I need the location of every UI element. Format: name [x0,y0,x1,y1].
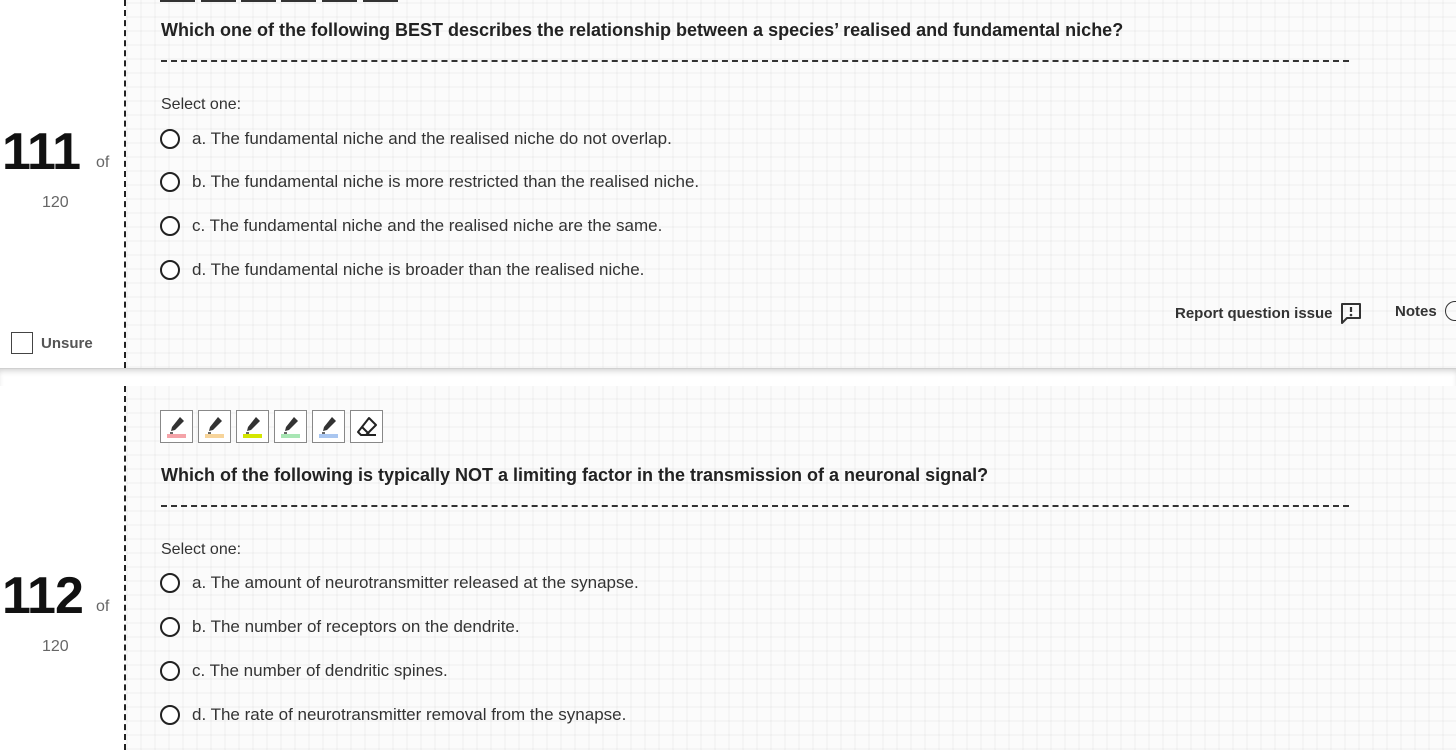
question-number: 111 [2,123,81,181]
answer-option-c[interactable]: c. The fundamental niche and the realise… [160,214,662,238]
report-flag-icon [1340,303,1361,324]
report-question-issue-button[interactable]: Report question issue [1175,301,1363,325]
select-one-label: Select one: [161,96,242,113]
question-of-label: of [96,598,110,615]
answer-option-a[interactable]: a. The amount of neurotransmitter releas… [160,571,639,595]
blue-highlighter-button[interactable] [312,410,345,443]
answer-option-d[interactable]: d. The rate of neurotransmitter removal … [160,703,626,727]
highlighter-toolbar [160,410,383,443]
radio-button[interactable] [160,129,180,149]
toolbar-stub [241,0,276,2]
question-total: 120 [42,638,69,655]
question-divider-line [124,386,126,750]
pen-icon [246,417,260,434]
pen-icon [284,417,298,434]
toolbar-stub [322,0,357,2]
unsure-checkbox[interactable]: Unsure [11,332,93,354]
question-counter: 112 of 120 [0,386,124,750]
notes-label: Notes [1395,302,1437,320]
toolbar-stub [281,0,316,2]
question-text: Which one of the following BEST describe… [161,20,1124,40]
question-text: Which of the following is typically NOT … [161,465,989,485]
radio-button[interactable] [160,216,180,236]
question-card-111: 111 of 120 Which one of the following BE… [0,0,1456,368]
answer-option-label: c. The number of dendritic spines. [192,661,448,680]
radio-button[interactable] [160,617,180,637]
eraser-button[interactable] [350,410,383,443]
radio-button[interactable] [160,573,180,593]
answer-option-d[interactable]: d. The fundamental niche is broader than… [160,258,644,282]
radio-button[interactable] [160,172,180,192]
question-rule [161,60,1349,62]
answer-option-b[interactable]: b. The number of receptors on the dendri… [160,615,520,639]
answer-option-label: b. The fundamental niche is more restric… [192,172,700,191]
checkbox-box[interactable] [11,332,33,354]
answer-option-label: d. The rate of neurotransmitter removal … [192,705,627,724]
notes-button[interactable]: Notes [1395,301,1456,321]
radio-button[interactable] [160,705,180,725]
pink-highlighter-button[interactable] [160,410,193,443]
select-one-label: Select one: [161,541,242,558]
yellow-highlighter-button[interactable] [236,410,269,443]
unsure-label: Unsure [41,334,93,352]
question-card-112: 112 of 120 Which of the following is typ… [0,386,1456,750]
color-swatch [167,434,186,438]
answer-option-label: c. The fundamental niche and the realise… [192,216,663,235]
pen-icon [208,417,222,434]
green-highlighter-button[interactable] [274,410,307,443]
question-of-label: of [96,154,110,171]
color-swatch [281,434,300,438]
pen-icon [322,417,336,434]
question-divider-line [124,0,126,368]
color-swatch [319,434,338,438]
orange-highlighter-button[interactable] [198,410,231,443]
color-swatch [205,434,224,438]
answer-option-c[interactable]: c. The number of dendritic spines. [160,659,448,683]
question-total: 120 [42,194,69,211]
answer-option-label: b. The number of receptors on the dendri… [192,617,520,636]
answer-option-b[interactable]: b. The fundamental niche is more restric… [160,170,699,194]
color-swatch [243,434,262,438]
question-counter: 111 of 120 [0,0,124,368]
eraser-icon [357,417,377,436]
radio-button[interactable] [160,661,180,681]
toolbar-stub [201,0,236,2]
pen-icon [170,417,184,434]
answer-option-a[interactable]: a. The fundamental niche and the realise… [160,127,672,151]
question-rule [161,505,1349,507]
answer-option-label: d. The fundamental niche is broader than… [192,260,645,279]
add-note-icon [1444,301,1456,321]
report-question-issue-label: Report question issue [1175,304,1333,322]
question-number: 112 [2,567,84,625]
toolbar-stub [363,0,398,2]
answer-option-label: a. The amount of neurotransmitter releas… [192,573,639,592]
radio-button[interactable] [160,260,180,280]
question-separator [0,368,1456,387]
toolbar-stub [160,0,195,2]
answer-option-label: a. The fundamental niche and the realise… [192,129,672,148]
